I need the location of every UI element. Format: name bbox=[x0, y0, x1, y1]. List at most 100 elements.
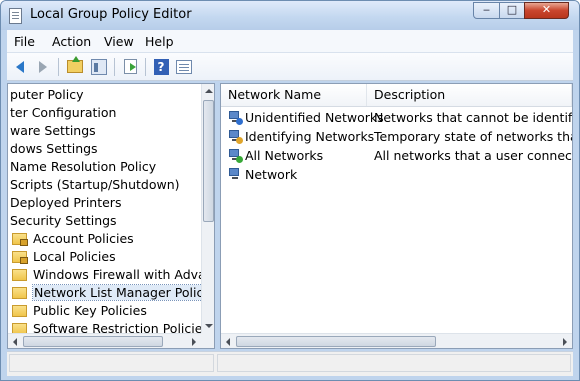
network-name-cell: Identifying Networks bbox=[229, 127, 374, 146]
forward-button[interactable] bbox=[33, 57, 53, 76]
tree-item[interactable]: Public Key Policies bbox=[12, 302, 147, 320]
locked-folder-icon bbox=[12, 251, 28, 264]
maximize-button[interactable]: □ bbox=[499, 2, 525, 19]
scroll-down-icon[interactable] bbox=[205, 324, 213, 328]
tree-item-label: Deployed Printers bbox=[10, 195, 122, 210]
folder-icon bbox=[12, 305, 27, 317]
network-all-icon bbox=[229, 148, 243, 163]
description-cell: All networks that a user connects to. bbox=[374, 148, 572, 163]
tree-item-label: Scripts (Startup/Shutdown) bbox=[10, 177, 180, 192]
tree-item-label: puter Policy bbox=[10, 87, 84, 102]
title-bar[interactable]: Local Group Policy Editor ‒ □ ✕ bbox=[1, 1, 579, 30]
status-cell bbox=[217, 354, 571, 372]
list-row[interactable]: Identifying Networks Temporary state of n… bbox=[221, 127, 572, 146]
network-name-text: Network bbox=[245, 167, 298, 182]
folder-icon bbox=[12, 323, 27, 333]
close-button[interactable]: ✕ bbox=[524, 2, 569, 19]
tree-item[interactable]: Windows Firewall with Advanced bbox=[12, 266, 201, 284]
tree-item[interactable]: Network List Manager Policies bbox=[12, 284, 201, 302]
tree-item[interactable]: ter Configuration bbox=[10, 104, 116, 122]
locked-folder-icon bbox=[12, 233, 28, 246]
tree-item-label: Software Restriction Policies bbox=[33, 321, 201, 333]
tree-item-label: ter Configuration bbox=[10, 105, 117, 120]
forward-arrow-icon bbox=[39, 60, 47, 73]
toolbar: ? bbox=[7, 53, 573, 81]
toolbar-separator bbox=[58, 58, 59, 76]
network-name-text: Unidentified Networks bbox=[245, 110, 384, 125]
details-pane: Network Name Description Unidentified Ne… bbox=[220, 83, 573, 349]
properties-button[interactable] bbox=[174, 57, 194, 76]
menu-view[interactable]: View bbox=[104, 34, 134, 49]
tree-vertical-scrollbar[interactable] bbox=[201, 84, 214, 333]
scroll-up-icon[interactable] bbox=[205, 89, 213, 93]
column-network-name[interactable]: Network Name bbox=[221, 84, 367, 106]
network-name-cell: All Networks bbox=[229, 146, 323, 165]
folder-icon bbox=[12, 269, 27, 281]
tree-item[interactable]: Software Restriction Policies bbox=[12, 320, 201, 333]
tree-item-label: ware Settings bbox=[10, 123, 96, 138]
tree-item[interactable]: puter Policy bbox=[10, 86, 84, 104]
scroll-left-icon[interactable] bbox=[13, 338, 17, 346]
column-description[interactable]: Description bbox=[367, 84, 572, 106]
list-row[interactable]: All Networks All networks that a user con… bbox=[221, 146, 572, 165]
description-cell: Networks that cannot be identified du bbox=[374, 110, 572, 125]
app-icon[interactable] bbox=[9, 8, 22, 24]
description-cell: Temporary state of networks that are bbox=[374, 129, 572, 144]
menu-help[interactable]: Help bbox=[145, 34, 174, 49]
export-icon bbox=[123, 59, 137, 74]
tree-item-label: Windows Firewall with Advanced bbox=[33, 267, 201, 282]
console-tree: puter Policy ter Configuration ware Settin… bbox=[8, 84, 201, 333]
scroll-right-icon[interactable] bbox=[563, 338, 567, 346]
console-tree-icon bbox=[91, 58, 107, 75]
tree-horizontal-scrollbar[interactable] bbox=[8, 333, 201, 348]
tree-item[interactable]: Account Policies bbox=[12, 230, 134, 248]
tree-item-label: Network List Manager Policies bbox=[32, 284, 201, 301]
tree-item-label: Local Policies bbox=[33, 249, 116, 264]
scroll-thumb[interactable] bbox=[23, 336, 163, 347]
column-header: Network Name Description bbox=[221, 84, 572, 107]
list-row[interactable]: Unidentified Networks Networks that canno… bbox=[221, 108, 572, 127]
menu-bar: File Action View Help bbox=[7, 30, 573, 53]
menu-action[interactable]: Action bbox=[52, 34, 91, 49]
tree-item-label: Account Policies bbox=[33, 231, 134, 246]
tree-item[interactable]: Deployed Printers bbox=[10, 194, 121, 212]
content-area: puter Policy ter Configuration ware Settin… bbox=[7, 81, 573, 349]
tree-item[interactable]: Scripts (Startup/Shutdown) bbox=[10, 176, 180, 194]
window-title: Local Group Policy Editor bbox=[30, 7, 192, 22]
app-window: Local Group Policy Editor ‒ □ ✕ File Act… bbox=[0, 0, 580, 381]
help-icon: ? bbox=[153, 58, 169, 75]
network-name-text: Identifying Networks bbox=[245, 129, 375, 144]
minimize-button[interactable]: ‒ bbox=[473, 2, 500, 19]
network-name-text: All Networks bbox=[245, 148, 324, 163]
help-button[interactable]: ? bbox=[151, 57, 171, 76]
menu-file[interactable]: File bbox=[14, 34, 35, 49]
up-one-level-button[interactable] bbox=[65, 56, 85, 76]
console-tree-pane: puter Policy ter Configuration ware Settin… bbox=[7, 83, 215, 349]
folder-up-icon bbox=[67, 56, 83, 73]
network-identifying-icon bbox=[229, 129, 243, 144]
network-name-cell: Unidentified Networks bbox=[229, 108, 384, 127]
export-list-button[interactable] bbox=[120, 57, 140, 76]
toolbar-separator bbox=[114, 58, 115, 76]
tree-item-label: dows Settings bbox=[10, 141, 98, 156]
tree-item-label: Name Resolution Policy bbox=[10, 159, 157, 174]
scroll-left-icon[interactable] bbox=[226, 338, 230, 346]
tree-item-label: Public Key Policies bbox=[33, 303, 147, 318]
tree-item[interactable]: Local Policies bbox=[12, 248, 116, 266]
scroll-thumb[interactable] bbox=[236, 336, 436, 347]
tree-item-label: Security Settings bbox=[10, 213, 117, 228]
back-button[interactable] bbox=[10, 57, 30, 76]
show-hide-tree-button[interactable] bbox=[89, 57, 109, 76]
details-horizontal-scrollbar[interactable] bbox=[221, 333, 572, 348]
tree-item[interactable]: ware Settings bbox=[10, 122, 96, 140]
folder-icon bbox=[12, 287, 27, 299]
tree-item[interactable]: Name Resolution Policy bbox=[10, 158, 156, 176]
network-icon bbox=[229, 167, 242, 182]
network-name-cell: Network bbox=[229, 165, 297, 184]
tree-item[interactable]: Security Settings bbox=[10, 212, 117, 230]
list-row[interactable]: Network bbox=[221, 165, 572, 184]
scroll-thumb[interactable] bbox=[203, 100, 214, 222]
status-bar bbox=[7, 351, 573, 376]
tree-item[interactable]: dows Settings bbox=[10, 140, 98, 158]
scroll-right-icon[interactable] bbox=[192, 338, 196, 346]
